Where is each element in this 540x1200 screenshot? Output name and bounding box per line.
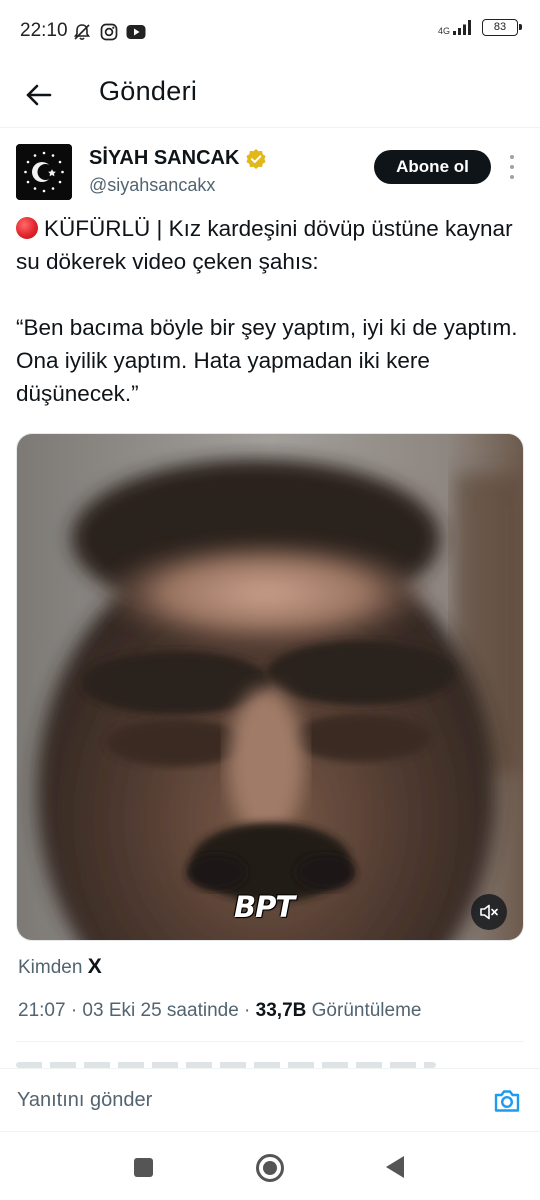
source-label: Kimden <box>18 957 83 978</box>
more-options-icon[interactable] <box>505 155 519 179</box>
status-notification-icons <box>72 22 146 42</box>
tweet-headline-text: KÜFÜRLÜ | Kız kardeşini dövüp üstüne kay… <box>16 216 513 274</box>
source-line: Kimden X <box>18 955 102 979</box>
status-time: 22:10 <box>20 20 68 41</box>
follow-button[interactable]: Abone ol <box>374 150 491 184</box>
red-circle-icon <box>16 217 38 239</box>
mute-notification-icon <box>73 24 91 41</box>
system-nav-bar <box>0 1132 540 1200</box>
status-bar: 22:10 4G 83 <box>0 0 540 64</box>
author-name[interactable]: SİYAH SANCAK <box>89 147 239 170</box>
back-button[interactable] <box>22 78 56 112</box>
timestamp[interactable]: 21:07 · 03 Eki 25 saatinde · <box>18 1000 250 1021</box>
view-count: 33,7B <box>255 1000 307 1021</box>
reply-bar: Yanıtını gönder <box>0 1068 540 1132</box>
source-app[interactable]: X <box>88 955 102 978</box>
crescent-star-flag-icon <box>16 144 72 200</box>
views-label: Görüntüleme <box>311 1000 422 1021</box>
reply-input[interactable]: Yanıtını gönder <box>17 1089 152 1112</box>
verified-badge-icon <box>246 149 266 169</box>
status-system-icons: 4G 83 <box>438 19 522 36</box>
video-player[interactable]: BPT <box>16 433 524 941</box>
video-frame <box>17 434 523 940</box>
home-button[interactable] <box>256 1154 284 1182</box>
app-header: Gönderi <box>0 64 540 128</box>
tweet-quote: “Ben bacıma böyle bir şey yaptım, iyi ki… <box>16 315 518 406</box>
tweet-text: KÜFÜRLÜ | Kız kardeşini dövüp üstüne kay… <box>16 212 524 410</box>
back-arrow-icon <box>26 84 52 106</box>
mute-button[interactable] <box>471 894 507 930</box>
mute-icon <box>480 904 498 920</box>
avatar[interactable] <box>16 144 72 200</box>
author-handle[interactable]: @siyahsancakx <box>89 175 215 196</box>
tweet-headline: KÜFÜRLÜ | Kız kardeşini dövüp üstüne kay… <box>16 212 524 278</box>
tweet-meta: 21:07 · 03 Eki 25 saatinde · 33,7B Görün… <box>18 1000 421 1022</box>
network-label: 4G <box>437 26 450 36</box>
page-title: Gönderi <box>99 76 198 106</box>
signal-icon <box>453 20 471 35</box>
video-watermark: BPT <box>234 890 295 924</box>
recents-button[interactable] <box>134 1158 153 1177</box>
instagram-icon <box>100 23 118 41</box>
battery-icon: 83 <box>482 19 522 36</box>
system-back-button[interactable] <box>386 1156 404 1178</box>
divider <box>16 1041 524 1042</box>
camera-icon[interactable] <box>492 1086 522 1116</box>
youtube-icon <box>126 25 146 39</box>
network-type: 4G <box>438 19 474 36</box>
